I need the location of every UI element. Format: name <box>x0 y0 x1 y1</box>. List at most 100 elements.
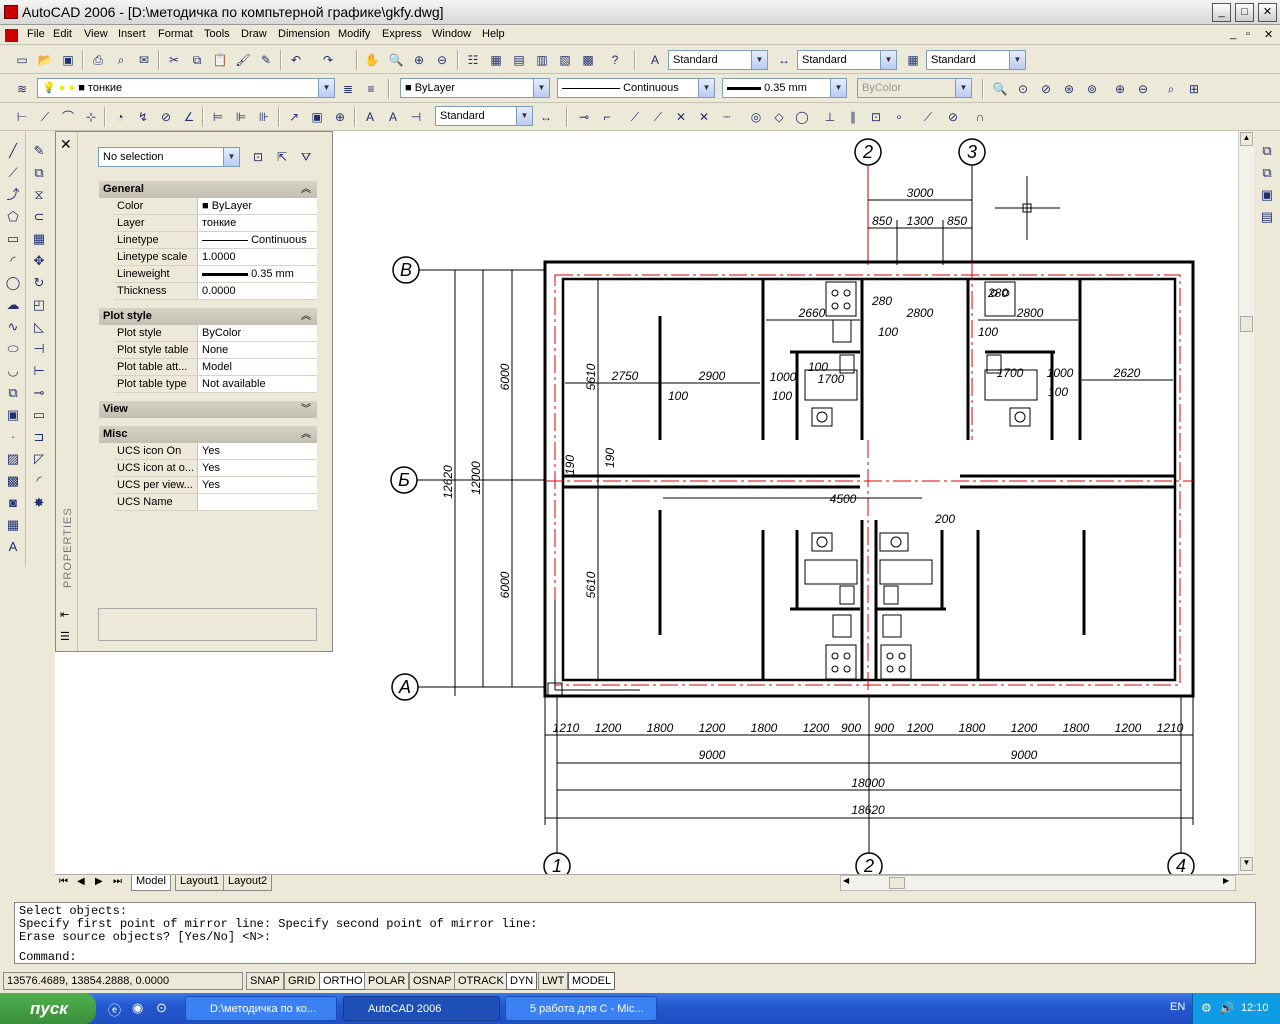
jogged-dim-icon[interactable]: ↯ <box>133 107 153 127</box>
revision-cloud-icon[interactable]: ☁ <box>3 295 23 315</box>
menu-window[interactable]: Window <box>432 28 471 40</box>
scroll-down-icon[interactable]: ▼ <box>1240 857 1253 871</box>
make-current-layer-icon[interactable]: ≣ <box>338 79 358 99</box>
gradient-icon[interactable]: ▩ <box>3 471 23 491</box>
stretch-icon[interactable]: ◺ <box>29 317 49 337</box>
zoom-extents-icon[interactable]: ⊞ <box>1184 79 1204 99</box>
property-row[interactable]: UCS icon at o... Yes <box>114 460 317 477</box>
hscroll-thumb[interactable] <box>889 877 905 889</box>
mirror-icon[interactable]: ⧖ <box>29 185 49 205</box>
horizontal-scrollbar[interactable]: ◀ ▶ <box>840 875 1236 891</box>
menu-dimension[interactable]: Dimension <box>278 28 330 40</box>
layer-previous-icon[interactable]: ≡ <box>361 79 381 99</box>
command-prompt[interactable]: Command: <box>19 951 1251 964</box>
aligned-dim-icon[interactable]: ⟋ <box>35 107 55 127</box>
property-row[interactable]: Plot style ByColor <box>114 325 317 342</box>
tolerance-icon[interactable]: ▣ <box>307 107 327 127</box>
angular-dim-icon[interactable]: ∠ <box>179 107 199 127</box>
linear-dim-icon[interactable]: ⊢ <box>12 107 32 127</box>
redo-icon[interactable]: ↷ <box>318 50 338 70</box>
offset-icon[interactable]: ⊂ <box>29 207 49 227</box>
property-row[interactable]: UCS Name <box>114 494 317 511</box>
property-row[interactable]: Plot table type Not available <box>114 376 317 393</box>
match-properties-icon[interactable]: 🖌 <box>233 50 253 70</box>
next-tab-icon[interactable]: ▶ <box>95 876 103 887</box>
table-style-icon[interactable]: ▦ <box>903 50 923 70</box>
document-icon[interactable] <box>5 29 18 42</box>
properties-icon[interactable]: ☷ <box>463 50 483 70</box>
region-icon[interactable]: ◙ <box>3 493 23 513</box>
menu-insert[interactable]: Insert <box>118 28 146 40</box>
calculator-icon[interactable]: ▩ <box>578 50 598 70</box>
clock[interactable]: 12:10 <box>1241 993 1269 1024</box>
prev-tab-icon[interactable]: ◀ <box>77 876 85 887</box>
viewports-2-icon[interactable]: ▤ <box>1257 207 1277 227</box>
quick-select-icon[interactable]: ⛛ <box>296 147 316 167</box>
task-explorer[interactable]: D:\методичка по ко... <box>185 996 337 1021</box>
outlook-icon[interactable]: ⊙ <box>156 1000 167 1016</box>
snap-apparent-icon[interactable]: ✕ <box>694 107 714 127</box>
menu-file[interactable]: File <box>27 28 45 40</box>
new-icon[interactable]: ▭ <box>12 50 32 70</box>
line-icon[interactable]: ╱ <box>3 141 23 161</box>
trim-icon[interactable]: ⊣ <box>29 339 49 359</box>
doc-restore-button[interactable]: ▫ <box>1246 28 1250 40</box>
ellipse-arc-icon[interactable]: ◡ <box>3 361 23 381</box>
task-word[interactable]: 5 работа для С - Mic... <box>505 996 657 1021</box>
menu-format[interactable]: Format <box>158 28 193 40</box>
menu-help[interactable]: Help <box>482 28 505 40</box>
snap-nearest-icon[interactable]: ⟋ <box>918 107 938 127</box>
table-icon[interactable]: ▦ <box>3 515 23 535</box>
dim-update-icon[interactable]: ⊣ <box>406 107 426 127</box>
block-editor-icon[interactable]: ✎ <box>256 50 276 70</box>
mtext-icon[interactable]: A <box>3 537 23 557</box>
ordinate-dim-icon[interactable]: ⊹ <box>81 107 101 127</box>
media-player-icon[interactable]: ◉ <box>132 1000 143 1016</box>
zoom-in-icon[interactable]: ⊕ <box>1110 79 1130 99</box>
dim-style-manager-icon[interactable]: ↔ <box>536 107 556 127</box>
table-style-select[interactable]: Standard ▼ <box>926 50 1026 70</box>
circle-icon[interactable]: ◯ <box>3 273 23 293</box>
tab-layout1[interactable]: Layout1 <box>175 875 225 891</box>
section-view[interactable]: View ︾ <box>99 401 317 418</box>
publish-icon[interactable]: ✉ <box>134 50 154 70</box>
break-point-icon[interactable]: ⊸ <box>29 383 49 403</box>
text-style-select[interactable]: Standard ▼ <box>668 50 768 70</box>
property-row[interactable]: Plot style table None <box>114 342 317 359</box>
cut-icon[interactable]: ✂ <box>164 50 184 70</box>
menu-draw[interactable]: Draw <box>241 28 267 40</box>
zoom-object-icon[interactable]: ⊚ <box>1082 79 1102 99</box>
radius-dim-icon[interactable]: ◔ <box>110 107 130 127</box>
sheet-set-icon[interactable]: ▥ <box>532 50 552 70</box>
leader-icon[interactable]: ↗ <box>284 107 304 127</box>
scale-icon[interactable]: ◰ <box>29 295 49 315</box>
menu-tools[interactable]: Tools <box>204 28 230 40</box>
grid-toggle[interactable]: GRID <box>284 972 320 990</box>
fillet-icon[interactable]: ◜ <box>29 471 49 491</box>
scroll-left-icon[interactable]: ◀ <box>843 876 849 885</box>
scroll-thumb[interactable] <box>1240 316 1253 332</box>
markup-icon[interactable]: ▧ <box>555 50 575 70</box>
lineweight-select[interactable]: 0.35 mm ▼ <box>722 78 847 98</box>
break-icon[interactable]: ▭ <box>29 405 49 425</box>
tab-model[interactable]: Model <box>131 875 171 891</box>
polygon-icon[interactable]: ⬠ <box>3 207 23 227</box>
array-icon[interactable]: ▦ <box>29 229 49 249</box>
property-row[interactable]: Lineweight 0.35 mm <box>114 266 317 283</box>
color-select[interactable]: ■ ByLayer ▼ <box>400 78 550 98</box>
design-center-icon[interactable]: ▦ <box>486 50 506 70</box>
property-row[interactable]: Color ■ ByLayer <box>114 198 317 215</box>
otrack-toggle[interactable]: OTRACK <box>454 972 508 990</box>
snap-none-icon[interactable]: ⊘ <box>943 107 963 127</box>
make-block-icon[interactable]: ▣ <box>3 405 23 425</box>
doc-close-button[interactable]: ✕ <box>1264 28 1273 41</box>
dim-text-edit-icon[interactable]: A <box>383 107 403 127</box>
snap-node-icon[interactable]: ∘ <box>889 107 909 127</box>
minimize-button[interactable]: _ <box>1212 3 1231 22</box>
property-row[interactable]: Linetype scale 1.0000 <box>114 249 317 266</box>
layer-manager-icon[interactable]: ≋ <box>12 79 32 99</box>
continue-dim-icon[interactable]: ⊪ <box>254 107 274 127</box>
autocad-app-icon[interactable] <box>4 5 18 19</box>
model-toggle[interactable]: MODEL <box>568 972 616 990</box>
snap-extension-icon[interactable]: ┄ <box>717 107 737 127</box>
